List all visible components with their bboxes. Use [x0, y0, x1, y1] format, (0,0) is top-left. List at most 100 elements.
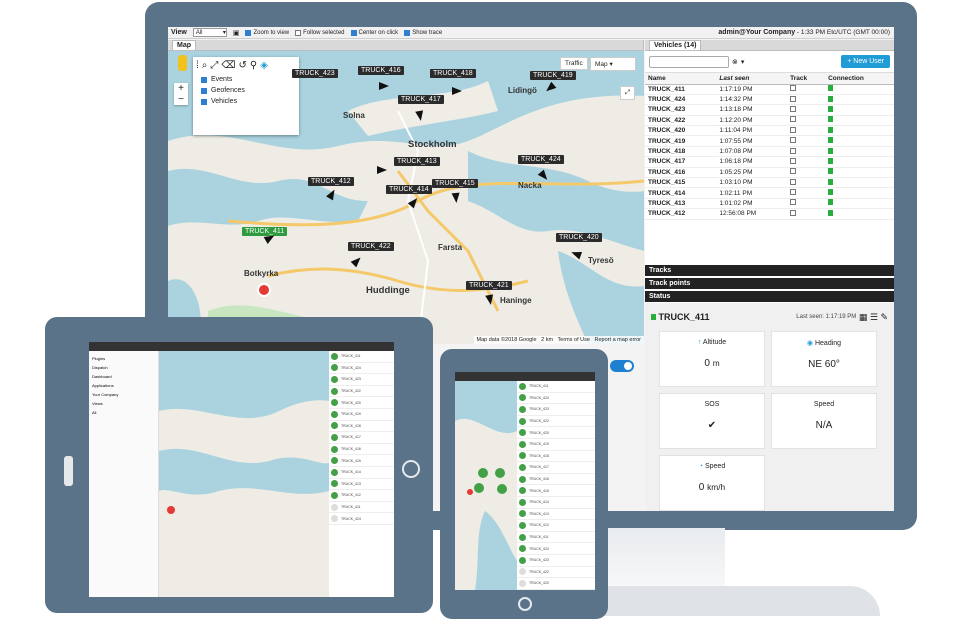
truck-label[interactable]: TRUCK_422: [348, 242, 394, 251]
undo-icon[interactable]: ↺: [239, 60, 247, 71]
vehicle-search-input[interactable]: [649, 55, 729, 68]
table-row[interactable]: TRUCK_419 1:07:55 PM: [645, 135, 894, 147]
fullscreen-icon[interactable]: ⤢: [210, 60, 218, 71]
dropdown-icon[interactable]: ▾: [741, 58, 745, 66]
table-row[interactable]: TRUCK_424 1:14:32 PM: [645, 94, 894, 106]
zoom-to-view-checkbox[interactable]: Zoom to view: [245, 29, 289, 36]
show-trace-checkbox[interactable]: Show trace: [404, 29, 442, 36]
list-item[interactable]: TRUCK_418: [329, 421, 394, 433]
table-row[interactable]: TRUCK_412 12:56:08 PM: [645, 208, 894, 220]
track-checkbox[interactable]: [787, 177, 826, 189]
list-item[interactable]: TRUCK_424: [329, 363, 394, 375]
tablet-map[interactable]: [159, 351, 329, 597]
fullscreen-button[interactable]: ⤢: [620, 86, 636, 100]
column-header[interactable]: Name: [645, 73, 717, 85]
list-item[interactable]: TRUCK_423: [329, 374, 394, 386]
vehicle-arrow-icon[interactable]: [485, 294, 495, 306]
tablet-home-button[interactable]: [402, 460, 420, 478]
truck-label[interactable]: TRUCK_417: [398, 95, 444, 104]
phone-home-button[interactable]: [518, 597, 532, 611]
table-row[interactable]: TRUCK_415 1:03:10 PM: [645, 177, 894, 189]
vehicle-arrow-icon[interactable]: [452, 87, 462, 95]
toggle-switch[interactable]: [610, 360, 634, 372]
truck-label[interactable]: TRUCK_420: [556, 233, 602, 242]
truck-label[interactable]: TRUCK_412: [308, 177, 354, 186]
list-item[interactable]: TRUCK_415: [517, 485, 595, 497]
vehicle-arrow-icon[interactable]: [379, 82, 389, 90]
list-item[interactable]: TRUCK_414: [517, 497, 595, 509]
list-item[interactable]: TRUCK_419: [517, 439, 595, 451]
list-item[interactable]: TRUCK_423: [517, 555, 595, 567]
track-checkbox[interactable]: [787, 115, 826, 127]
list-item[interactable]: TRUCK_411: [517, 532, 595, 544]
vehicle-arrow-icon[interactable]: [451, 192, 461, 204]
list-item[interactable]: TRUCK_422: [329, 386, 394, 398]
truck-label[interactable]: TRUCK_411: [242, 227, 288, 236]
phone-map[interactable]: [455, 381, 517, 590]
table-row[interactable]: TRUCK_413 1:01:02 PM: [645, 198, 894, 210]
table-row[interactable]: TRUCK_411 1:17:19 PM: [645, 84, 894, 95]
layers-icon[interactable]: ◈: [260, 60, 268, 71]
column-header[interactable]: Connection: [825, 73, 894, 85]
truck-label[interactable]: TRUCK_423: [292, 69, 338, 78]
truck-label[interactable]: TRUCK_424: [518, 155, 564, 164]
track-checkbox[interactable]: [787, 187, 826, 199]
list-item[interactable]: TRUCK_417: [517, 462, 595, 474]
grid-view-icon[interactable]: ▦: [859, 312, 868, 323]
truck-label[interactable]: TRUCK_421: [466, 281, 512, 290]
list-item[interactable]: TRUCK_423: [517, 404, 595, 416]
table-row[interactable]: TRUCK_420 1:11:04 PM: [645, 125, 894, 137]
layer-geofences[interactable]: Geofences: [193, 85, 299, 96]
list-item[interactable]: TRUCK_413: [329, 479, 394, 491]
track-checkbox[interactable]: [787, 94, 826, 106]
traffic-button[interactable]: Traffic: [560, 57, 588, 70]
list-item[interactable]: TRUCK_413: [517, 509, 595, 521]
list-item[interactable]: TRUCK_411: [517, 381, 595, 393]
list-item[interactable]: TRUCK_412: [517, 520, 595, 532]
sidebar-item[interactable]: Dashboard: [92, 372, 155, 381]
drag-handle-icon[interactable]: ⁞: [196, 60, 199, 71]
follow-selected-checkbox[interactable]: Follow selected: [295, 29, 345, 36]
truck-label[interactable]: TRUCK_416: [358, 66, 404, 75]
table-row[interactable]: TRUCK_416 1:05:25 PM: [645, 167, 894, 179]
print-icon[interactable]: ▣: [233, 29, 240, 37]
column-header[interactable]: Track: [787, 73, 826, 85]
track-checkbox[interactable]: [787, 135, 826, 147]
layer-vehicles[interactable]: Vehicles: [193, 96, 299, 107]
track-checkbox[interactable]: [787, 156, 826, 168]
sidebar-item[interactable]: All: [92, 408, 155, 417]
track-checkbox[interactable]: [787, 198, 826, 210]
location-pin-icon[interactable]: ⚲: [250, 60, 257, 71]
center-on-click-checkbox[interactable]: Center on click: [350, 29, 398, 36]
list-item[interactable]: TRUCK_420: [517, 427, 595, 439]
status-header[interactable]: Status: [645, 291, 894, 302]
list-item[interactable]: TRUCK_418: [517, 451, 595, 463]
list-item[interactable]: TRUCK_416: [517, 474, 595, 486]
sidebar-item[interactable]: Your Company: [92, 390, 155, 399]
track-checkbox[interactable]: [787, 84, 826, 95]
tab-map[interactable]: Map: [172, 40, 196, 50]
table-row[interactable]: TRUCK_418 1:07:08 PM: [645, 146, 894, 158]
list-item[interactable]: TRUCK_411: [329, 351, 394, 363]
list-item[interactable]: TRUCK_424: [517, 543, 595, 555]
layer-events[interactable]: Events: [193, 74, 299, 85]
list-item[interactable]: TRUCK_424: [329, 513, 394, 525]
sidebar-item[interactable]: Dispatch: [92, 363, 155, 372]
tab-vehicles[interactable]: Vehicles (14): [649, 40, 702, 50]
track-checkbox[interactable]: [787, 208, 826, 220]
list-item[interactable]: TRUCK_416: [329, 444, 394, 456]
list-item[interactable]: TRUCK_420: [329, 397, 394, 409]
edit-icon[interactable]: ✎: [880, 312, 888, 323]
column-header[interactable]: Last seen: [716, 73, 788, 85]
list-item[interactable]: TRUCK_422: [517, 567, 595, 579]
zoom-in-button[interactable]: +: [174, 83, 188, 94]
terms-link[interactable]: Terms of Use: [558, 337, 590, 343]
new-user-button[interactable]: + New User: [841, 55, 890, 68]
list-item[interactable]: TRUCK_422: [517, 416, 595, 428]
list-item[interactable]: TRUCK_419: [329, 409, 394, 421]
list-view-icon[interactable]: ☰: [870, 312, 878, 323]
vehicle-arrow-icon[interactable]: [415, 110, 425, 122]
tracks-header[interactable]: Tracks: [645, 265, 894, 276]
truck-label[interactable]: TRUCK_414: [386, 185, 432, 194]
zoom-out-button[interactable]: −: [174, 94, 188, 105]
